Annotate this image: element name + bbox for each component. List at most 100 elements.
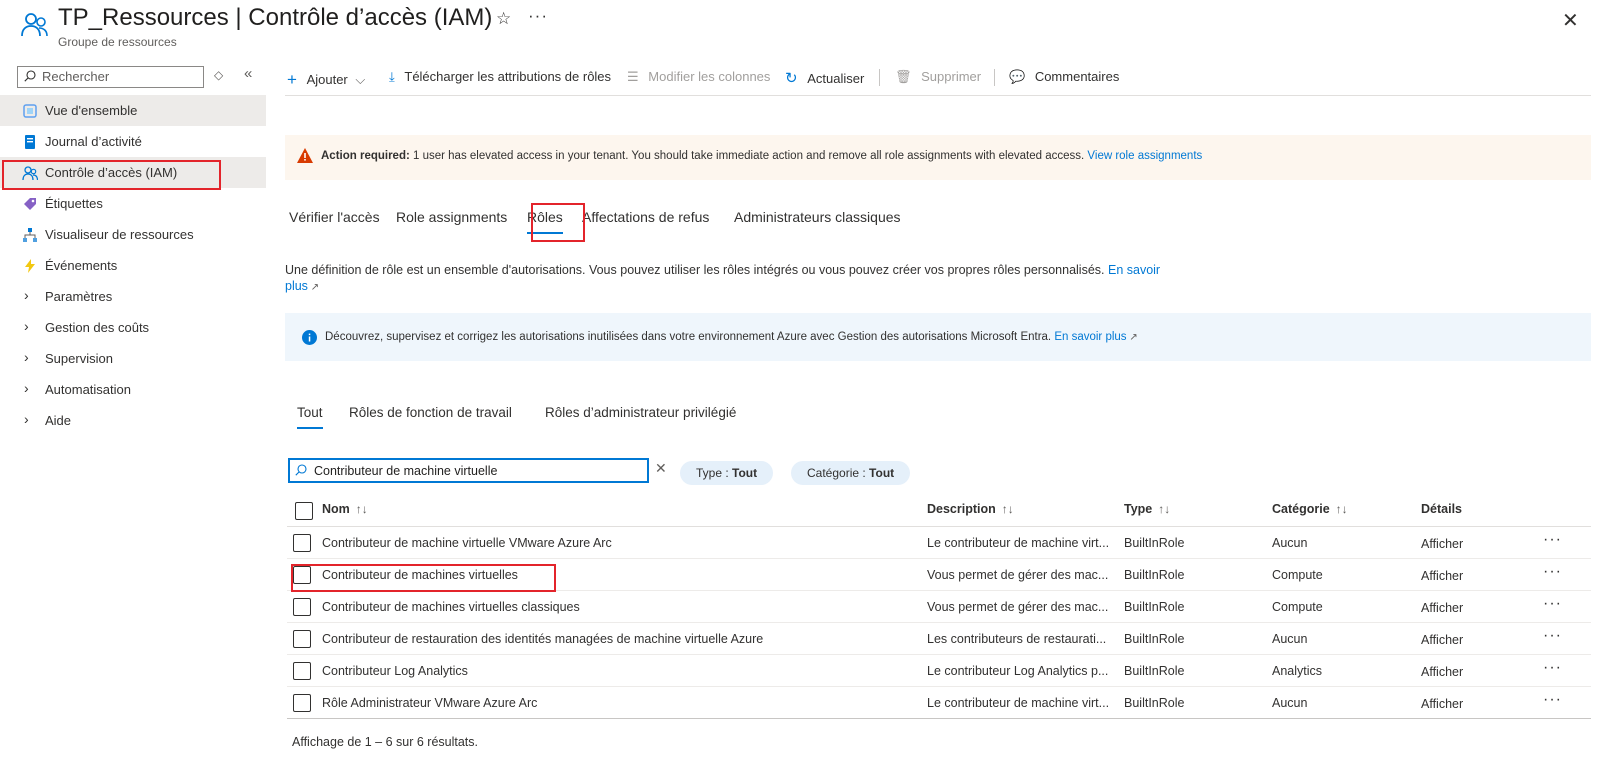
tab-deny-assignments[interactable]: Affectations de refus [582, 209, 709, 225]
view-details-link[interactable]: Afficher [1421, 697, 1463, 711]
collapse-sidebar-icon[interactable]: « [244, 65, 252, 82]
info-learn-more-link[interactable]: En savoir plus [1054, 331, 1126, 343]
row-more-options-button[interactable]: ··· [1543, 531, 1562, 549]
subtab-all[interactable]: Tout [297, 405, 323, 429]
view-details-link[interactable]: Afficher [1421, 537, 1463, 551]
table-row[interactable]: Contributeur de machine virtuelle VMware… [287, 527, 1591, 559]
tab-role-assignments[interactable]: Role assignments [396, 209, 507, 225]
category-filter-label: Catégorie : [807, 466, 870, 480]
column-header-details: Détails [1421, 502, 1462, 516]
select-all-checkbox[interactable] [295, 502, 313, 520]
search-icon [24, 70, 36, 82]
chevron-right-icon: › [24, 349, 29, 365]
alert-body-text: 1 user has elevated access in your tenan… [409, 150, 1088, 162]
view-details-link[interactable]: Afficher [1421, 633, 1463, 647]
command-bar: + Ajouter ⌵ ⤓ Télécharger les attributio… [285, 64, 1591, 96]
table-row[interactable]: Contributeur Log Analytics Le contribute… [287, 655, 1591, 687]
view-details-link[interactable]: Afficher [1421, 601, 1463, 615]
role-name[interactable]: Contributeur de machine virtuelle VMware… [322, 536, 612, 550]
sidebar-search-input[interactable]: Rechercher [17, 66, 204, 88]
sidebar-search-placeholder: Rechercher [42, 69, 110, 84]
add-button[interactable]: + Ajouter ⌵ [287, 69, 365, 89]
external-link-icon: ↗ [307, 282, 320, 293]
role-category: Compute [1272, 568, 1323, 582]
role-name[interactable]: Contributeur Log Analytics [322, 664, 468, 678]
sidebar-item-events[interactable]: Événements [0, 250, 266, 281]
learn-more-link-continued[interactable]: plus [285, 279, 308, 293]
view-details-link[interactable]: Afficher [1421, 569, 1463, 583]
row-more-options-button[interactable]: ··· [1543, 659, 1562, 677]
category-filter-pill[interactable]: Catégorie : Tout [791, 461, 911, 485]
clear-search-icon[interactable]: ✕ [655, 460, 667, 477]
more-options-button[interactable]: ··· [528, 6, 548, 26]
sort-icon[interactable]: ◇ [214, 68, 223, 82]
column-header-name[interactable]: Nom ↑↓ [322, 502, 368, 516]
chevron-right-icon: › [24, 411, 29, 427]
subtab-privileged-admin-roles[interactable]: Rôles d’administrateur privilégié [545, 405, 736, 420]
sidebar-item-label: Gestion des coûts [45, 320, 150, 335]
type-filter-pill[interactable]: Type : Tout [680, 461, 774, 485]
view-details-link[interactable]: Afficher [1421, 665, 1463, 679]
entra-info-banner: Découvrez, supervisez et corrigez les au… [285, 313, 1591, 361]
role-description: Les contributeurs de restaurati... [927, 632, 1107, 646]
role-description: Le contributeur de machine virt... [927, 696, 1110, 710]
close-button[interactable]: ✕ [1562, 8, 1579, 33]
tab-classic-administrators[interactable]: Administrateurs classiques [734, 209, 901, 225]
role-search-input[interactable]: Contributeur de machine virtuelle [288, 458, 649, 483]
role-category: Compute [1272, 600, 1323, 614]
row-checkbox[interactable] [293, 534, 311, 552]
column-header-label: Détails [1421, 502, 1462, 516]
refresh-button[interactable]: ↻ Actualiser [785, 69, 864, 87]
row-more-options-button[interactable]: ··· [1543, 563, 1562, 581]
row-checkbox[interactable] [293, 630, 311, 648]
delete-button[interactable]: 🗑 Supprimer [895, 69, 981, 85]
column-header-description[interactable]: Description ↑↓ [927, 502, 1014, 516]
view-role-assignments-link[interactable]: View role assignments [1087, 150, 1202, 162]
role-type: BuiltInRole [1124, 568, 1185, 582]
sidebar-item-cost-management[interactable]: › Gestion des coûts [0, 312, 266, 343]
row-more-options-button[interactable]: ··· [1543, 691, 1562, 709]
edit-columns-button[interactable]: ☰ Modifier les colonnes [627, 69, 770, 85]
download-role-assignments-button[interactable]: ⤓ Télécharger les attributions de rôles [389, 69, 611, 85]
sidebar-item-label: Aide [45, 413, 72, 428]
table-row[interactable]: Contributeur de restauration des identit… [287, 623, 1591, 655]
learn-more-link[interactable]: En savoir [1108, 263, 1160, 277]
sidebar-item-monitoring[interactable]: › Supervision [0, 343, 266, 374]
role-name[interactable]: Contributeur de restauration des identit… [322, 632, 763, 646]
row-checkbox[interactable] [293, 598, 311, 616]
chevron-right-icon: › [24, 287, 29, 303]
sidebar-item-resource-visualizer[interactable]: Visualiseur de ressources [0, 219, 266, 250]
vm-contributor-highlight-box [291, 564, 556, 592]
tab-check-access[interactable]: Vérifier l'accès [289, 209, 380, 225]
sidebar-item-settings[interactable]: › Paramètres [0, 281, 266, 312]
subtab-job-function-roles[interactable]: Rôles de fonction de travail [349, 405, 512, 420]
table-row[interactable]: Rôle Administrateur VMware Azure Arc Le … [287, 687, 1591, 719]
row-checkbox[interactable] [293, 694, 311, 712]
column-header-type[interactable]: Type ↑↓ [1124, 502, 1170, 516]
role-description: Vous permet de gérer des mac... [927, 600, 1109, 614]
role-description: Vous permet de gérer des mac... [927, 568, 1109, 582]
external-link-icon: ↗ [1126, 332, 1138, 343]
sidebar-item-help[interactable]: › Aide [0, 405, 266, 436]
sidebar-item-overview[interactable]: Vue d'ensemble [0, 95, 266, 126]
column-header-label: Type [1124, 502, 1153, 516]
sidebar-item-automation[interactable]: › Automatisation [0, 374, 266, 405]
edit-columns-label: Modifier les colonnes [648, 69, 771, 84]
column-header-category[interactable]: Catégorie ↑↓ [1272, 502, 1348, 516]
results-count: Affichage de 1 – 6 sur 6 résultats. [292, 735, 478, 749]
row-more-options-button[interactable]: ··· [1543, 595, 1562, 613]
row-more-options-button[interactable]: ··· [1543, 627, 1562, 645]
alert-text: Action required: 1 user has elevated acc… [321, 150, 1202, 162]
role-name[interactable]: Contributeur de machines virtuelles clas… [322, 600, 580, 614]
row-checkbox[interactable] [293, 662, 311, 680]
sidebar-item-tags[interactable]: Étiquettes [0, 188, 266, 219]
favorite-star-icon[interactable]: ☆ [496, 9, 511, 29]
table-row[interactable]: Contributeur de machines virtuelles clas… [287, 591, 1591, 623]
role-name[interactable]: Rôle Administrateur VMware Azure Arc [322, 696, 537, 710]
feedback-button[interactable]: 💬 Commentaires [1009, 69, 1119, 85]
role-category: Aucun [1272, 536, 1308, 550]
feedback-label: Commentaires [1034, 69, 1120, 84]
sidebar-item-activity-log[interactable]: Journal d’activité [0, 126, 266, 157]
plus-icon: + [287, 70, 297, 89]
tag-icon [24, 198, 36, 210]
